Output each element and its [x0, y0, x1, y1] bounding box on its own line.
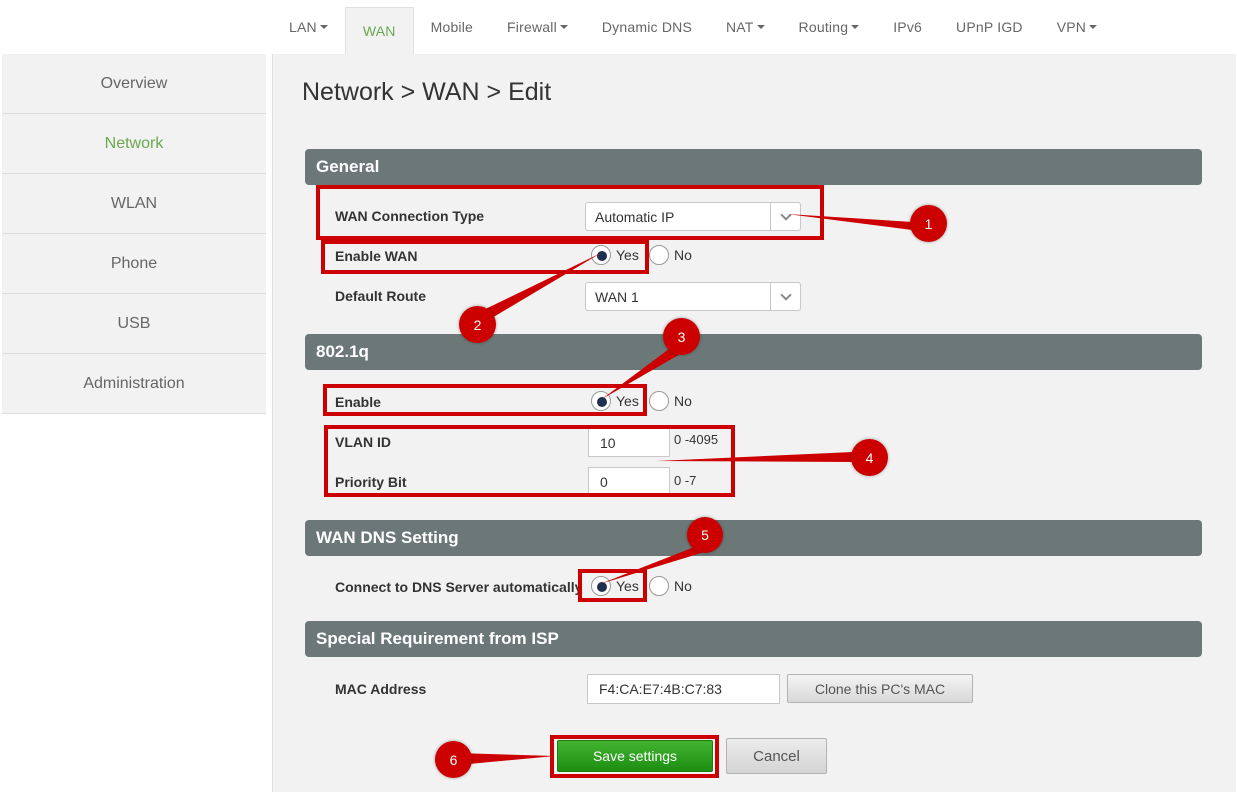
highlight-vlan-fields: [324, 425, 735, 497]
annotation-marker-6: 6: [435, 741, 472, 778]
annotation-marker-1: 1: [910, 205, 947, 242]
annotation-marker-2: 2: [459, 306, 496, 343]
annotation-marker-3: 3: [663, 318, 700, 355]
annotation-marker-5: 5: [687, 517, 723, 553]
highlight-dns-auto: [578, 569, 647, 602]
highlight-wan-connection-type: [316, 185, 824, 240]
highlight-vlan-enable: [323, 384, 647, 416]
annotation-marker-4: 4: [851, 439, 888, 476]
highlight-save-button: [550, 735, 719, 778]
highlight-enable-wan: [321, 240, 649, 274]
